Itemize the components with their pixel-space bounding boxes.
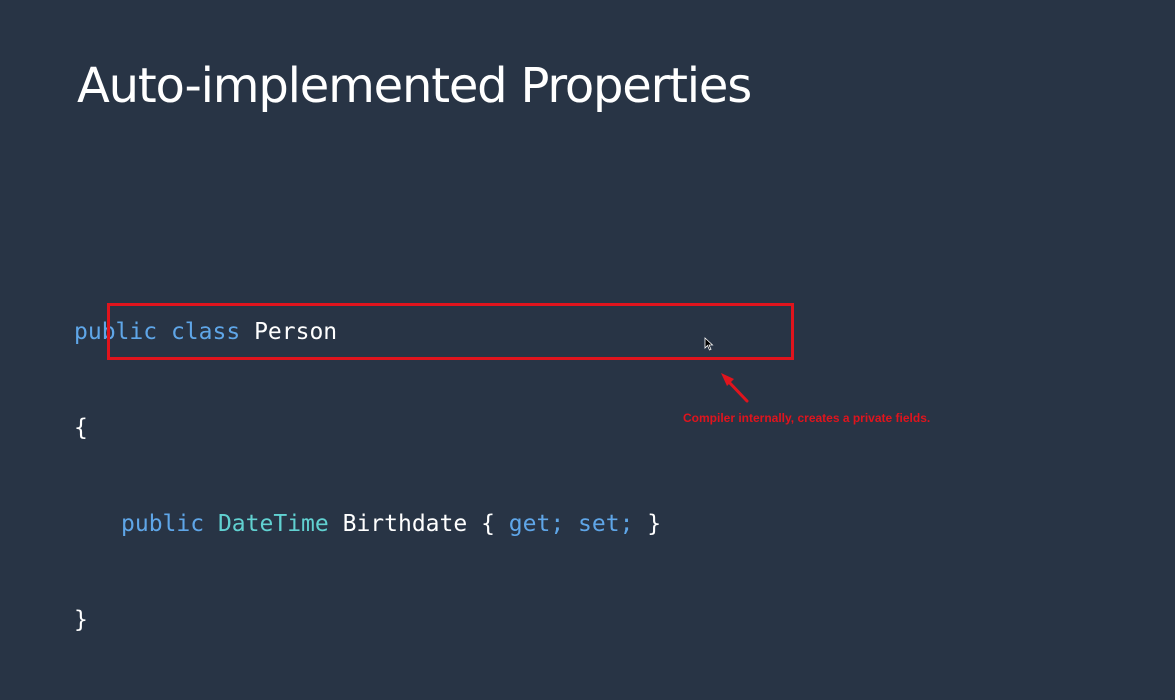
highlight-box [107, 303, 794, 360]
slide: Auto-implemented Properties public class… [0, 0, 1175, 633]
slide-title: Auto-implemented Properties [77, 58, 752, 114]
code-brace: } [647, 511, 662, 537]
code-brace: { [74, 415, 88, 441]
code-brace: } [74, 607, 88, 633]
code-accessor-set: set; [578, 511, 634, 537]
code-type-name: DateTime [217, 511, 329, 537]
code-line-open-brace: { [74, 412, 661, 444]
code-line-property: public DateTime Birthdate { get; set; } [74, 508, 661, 540]
code-brace: { [481, 511, 495, 537]
code-keyword: public [121, 511, 205, 537]
annotation-text: Compiler internally, creates a private f… [683, 411, 931, 425]
code-accessor-get: get; [508, 511, 565, 537]
code-line-close-brace: } [74, 604, 661, 636]
arrow-pointer-icon [721, 373, 749, 403]
code-property-name: Birthdate [342, 511, 468, 537]
mouse-pointer-icon [704, 337, 714, 351]
